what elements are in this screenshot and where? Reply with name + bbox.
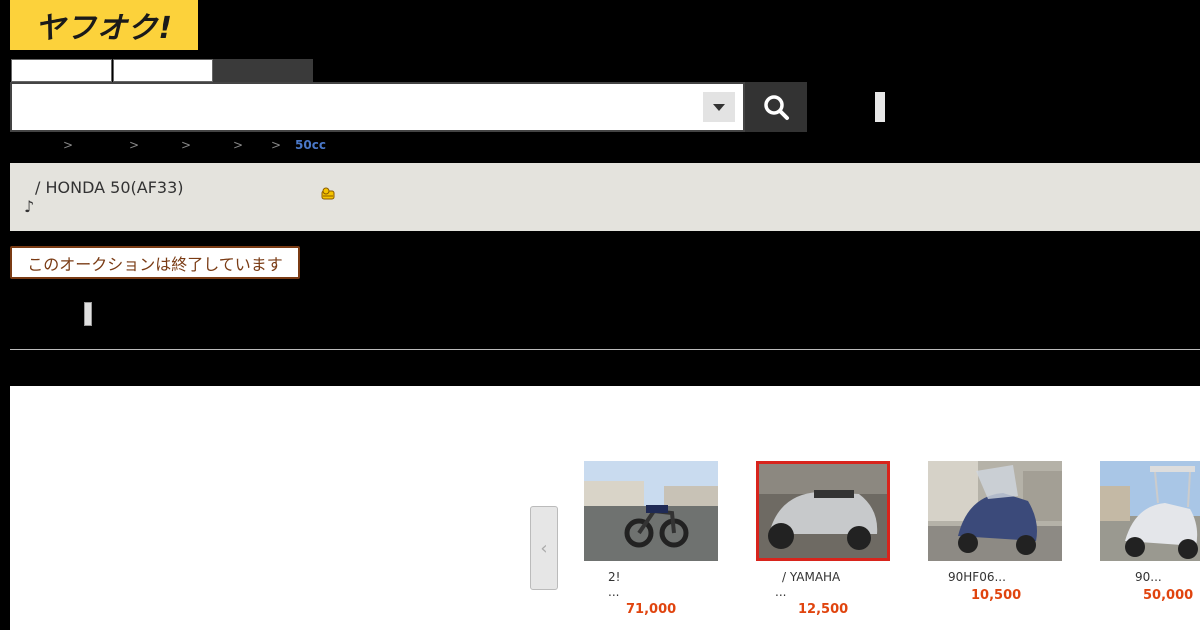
item-price: 50,000 <box>1143 588 1194 603</box>
carousel-prev-button[interactable]: ‹ <box>530 506 558 590</box>
auction-ended-label: このオークションは終了しています <box>27 254 283 274</box>
search-icon <box>764 95 789 120</box>
item-title-more: ... <box>608 585 620 599</box>
small-marker <box>84 302 92 326</box>
related-item-card[interactable]: / YAMAHA ... 12,500 <box>756 461 890 617</box>
breadcrumb: > > > > > 50cc <box>10 138 610 156</box>
caret-down-icon <box>713 103 725 111</box>
item-price: 10,500 <box>971 588 1022 603</box>
breadcrumb-current[interactable]: 50cc <box>295 138 326 152</box>
yahuoku-logo[interactable]: ヤフオク! <box>10 0 198 50</box>
divider <box>10 349 1200 350</box>
breadcrumb-separator: > <box>63 138 74 152</box>
search-box <box>10 82 745 132</box>
item-thumbnail[interactable] <box>756 461 890 561</box>
header-marker <box>875 92 885 122</box>
item-title[interactable]: 2! <box>608 570 620 584</box>
related-item-card[interactable]: 90... 50,000 <box>1100 461 1200 603</box>
title-note: ♪ <box>24 197 35 216</box>
item-thumbnail[interactable] <box>1100 461 1200 561</box>
related-item-card[interactable]: 90HF06... 10,500 <box>928 461 1062 603</box>
item-title[interactable]: 90HF06... <box>948 570 1006 584</box>
item-thumbnail[interactable] <box>928 461 1062 561</box>
search-input[interactable] <box>18 90 702 126</box>
tachiyomi-icon <box>320 187 336 205</box>
search-tab-2[interactable] <box>113 59 213 82</box>
item-title[interactable]: 90... <box>1135 570 1162 584</box>
search-tab-1[interactable] <box>11 59 112 82</box>
logo-text: ヤフオク! <box>34 11 174 46</box>
breadcrumb-separator: > <box>233 138 244 152</box>
breadcrumb-separator: > <box>271 138 282 152</box>
related-item-card[interactable]: 2! ... 71,000 <box>584 461 718 617</box>
item-title: / HONDA 50(AF33) <box>35 178 184 197</box>
chevron-left-icon: ‹ <box>540 537 548 559</box>
search-button[interactable] <box>745 82 807 132</box>
item-title-band: / HONDA 50(AF33) ♪ <box>10 163 1200 231</box>
item-thumbnail[interactable] <box>584 461 718 561</box>
item-title[interactable]: / YAMAHA <box>782 570 840 584</box>
item-price: 71,000 <box>626 602 677 617</box>
auction-ended-badge: このオークションは終了しています <box>10 246 300 279</box>
item-price: 12,500 <box>798 602 849 617</box>
item-title-more: ... <box>775 585 787 599</box>
breadcrumb-separator: > <box>181 138 192 152</box>
search-tab-3[interactable] <box>213 59 313 82</box>
breadcrumb-separator: > <box>129 138 140 152</box>
category-dropdown[interactable] <box>703 92 735 122</box>
